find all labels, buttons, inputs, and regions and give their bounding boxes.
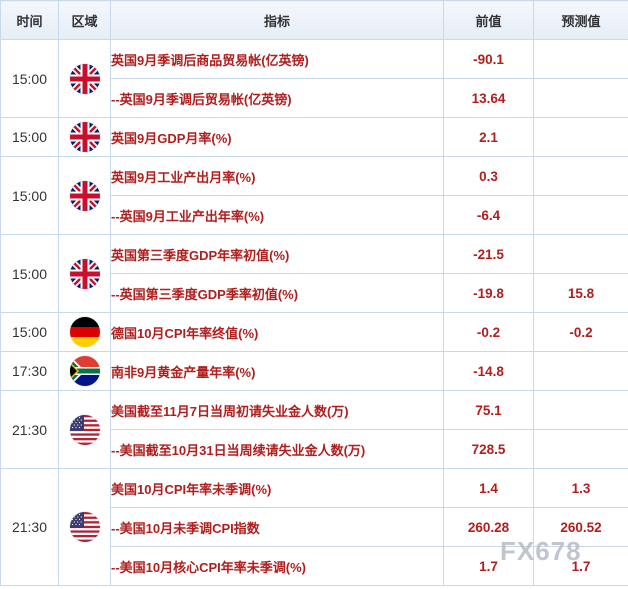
previous-value: -0.2 <box>443 312 534 352</box>
indicator-name[interactable]: 美国10月CPI年率未季调(%) <box>110 468 444 508</box>
indicator-name[interactable]: --美国10月核心CPI年率未季调(%) <box>110 546 444 586</box>
event-time: 15:00 <box>0 117 59 157</box>
region-cell <box>58 156 111 235</box>
indicator-name[interactable]: 英国9月季调后商品贸易帐(亿英镑) <box>110 39 444 79</box>
indicator-name[interactable]: --英国第三季度GDP季率初值(%) <box>110 273 444 313</box>
table-row: 15:00 英国9月季调后商品贸易帐(亿英镑) -90.1 <box>0 39 628 118</box>
indicator-name[interactable]: --英国9月季调后贸易帐(亿英镑) <box>110 78 444 118</box>
header-forecast: 预测值 <box>533 0 628 40</box>
forecast-value <box>533 429 628 469</box>
forecast-value <box>533 39 628 79</box>
forecast-value: -0.2 <box>533 312 628 352</box>
table-header-row: 时间 区域 指标 前值 预测值 <box>0 0 628 40</box>
uk-flag-icon <box>69 180 100 211</box>
uk-flag-icon <box>69 63 100 94</box>
us-flag-icon <box>69 414 100 445</box>
indicator-name[interactable]: 英国9月工业产出月率(%) <box>110 156 444 196</box>
header-region: 区域 <box>58 0 111 40</box>
table-row: 15:00 英国9月工业产出月率(%) 0.3 <box>0 156 628 235</box>
indicator-name[interactable]: 德国10月CPI年率终值(%) <box>110 312 444 352</box>
forecast-value: 1.3 <box>533 468 628 508</box>
table-row: 17:30 南非9月黄金产量年率(%) -14.8 <box>0 351 628 391</box>
uk-flag-icon <box>69 258 100 289</box>
region-cell <box>58 312 111 352</box>
event-time: 21:30 <box>0 390 59 469</box>
previous-value: 75.1 <box>443 390 534 430</box>
forecast-value <box>533 234 628 274</box>
forecast-value <box>533 117 628 157</box>
previous-value: 2.1 <box>443 117 534 157</box>
indicator-name[interactable]: 英国第三季度GDP年率初值(%) <box>110 234 444 274</box>
previous-value: 13.64 <box>443 78 534 118</box>
forecast-value <box>533 156 628 196</box>
header-time: 时间 <box>0 0 59 40</box>
previous-value: 728.5 <box>443 429 534 469</box>
table-body: 15:00 英国9月季调后商品贸易帐(亿英镑) -90.1 --英国9月季调后贸易帐(… <box>0 39 628 586</box>
indicator-name[interactable]: --英国9月工业产出年率(%) <box>110 195 444 235</box>
header-indicator: 指标 <box>110 0 444 40</box>
forecast-value <box>533 195 628 235</box>
region-cell <box>58 351 111 391</box>
indicator-name[interactable]: 南非9月黄金产量年率(%) <box>110 351 444 391</box>
table-row: 15:00 英国9月GDP月率(%) 2.1 <box>0 117 628 157</box>
header-previous: 前值 <box>443 0 534 40</box>
previous-value: 1.4 <box>443 468 534 508</box>
germany-flag-icon <box>69 317 100 347</box>
event-time: 15:00 <box>0 39 59 118</box>
region-cell <box>58 234 111 313</box>
us-flag-icon <box>69 512 100 542</box>
previous-value: -6.4 <box>443 195 534 235</box>
previous-value: -19.8 <box>443 273 534 313</box>
table-row: 15:00 英国第三季度GDP年率初值(%) -21.5 <box>0 234 628 313</box>
previous-value: 0.3 <box>443 156 534 196</box>
event-time: 21:30 <box>0 468 59 586</box>
watermark: FX678 <box>500 536 582 566</box>
indicator-name[interactable]: --美国10月未季调CPI指数 <box>110 507 444 547</box>
region-cell <box>58 117 111 157</box>
indicator-name[interactable]: 美国截至11月7日当周初请失业金人数(万) <box>110 390 444 430</box>
region-cell <box>58 468 111 586</box>
table-row: 21:30 美国10月CPI年率未季调(%) 1.4 1.3 <box>0 468 628 586</box>
previous-value: -90.1 <box>443 39 534 79</box>
forecast-value <box>533 390 628 430</box>
economic-calendar-table: 时间 区域 指标 前值 预测值 15:00 英国9月季调后商品贸易帐(亿英镑) -9… <box>0 0 628 586</box>
forecast-value: 15.8 <box>533 273 628 313</box>
event-time: 15:00 <box>0 156 59 235</box>
previous-value: -21.5 <box>443 234 534 274</box>
region-cell <box>58 390 111 469</box>
forecast-value <box>533 351 628 391</box>
previous-value: -14.8 <box>443 351 534 391</box>
table-row: 15:00 德国10月CPI年率终值(%) -0.2 -0.2 <box>0 312 628 352</box>
forecast-value <box>533 78 628 118</box>
indicator-name[interactable]: 英国9月GDP月率(%) <box>110 117 444 157</box>
south-africa-flag-icon <box>69 356 100 386</box>
table-row: 21:30 美国截至11月7日当周初请失业金人数(万) 75.1 <box>0 390 628 469</box>
event-time: 17:30 <box>0 351 59 391</box>
region-cell <box>58 39 111 118</box>
event-time: 15:00 <box>0 234 59 313</box>
uk-flag-icon <box>69 122 100 152</box>
indicator-name[interactable]: --美国截至10月31日当周续请失业金人数(万) <box>110 429 444 469</box>
event-time: 15:00 <box>0 312 59 352</box>
